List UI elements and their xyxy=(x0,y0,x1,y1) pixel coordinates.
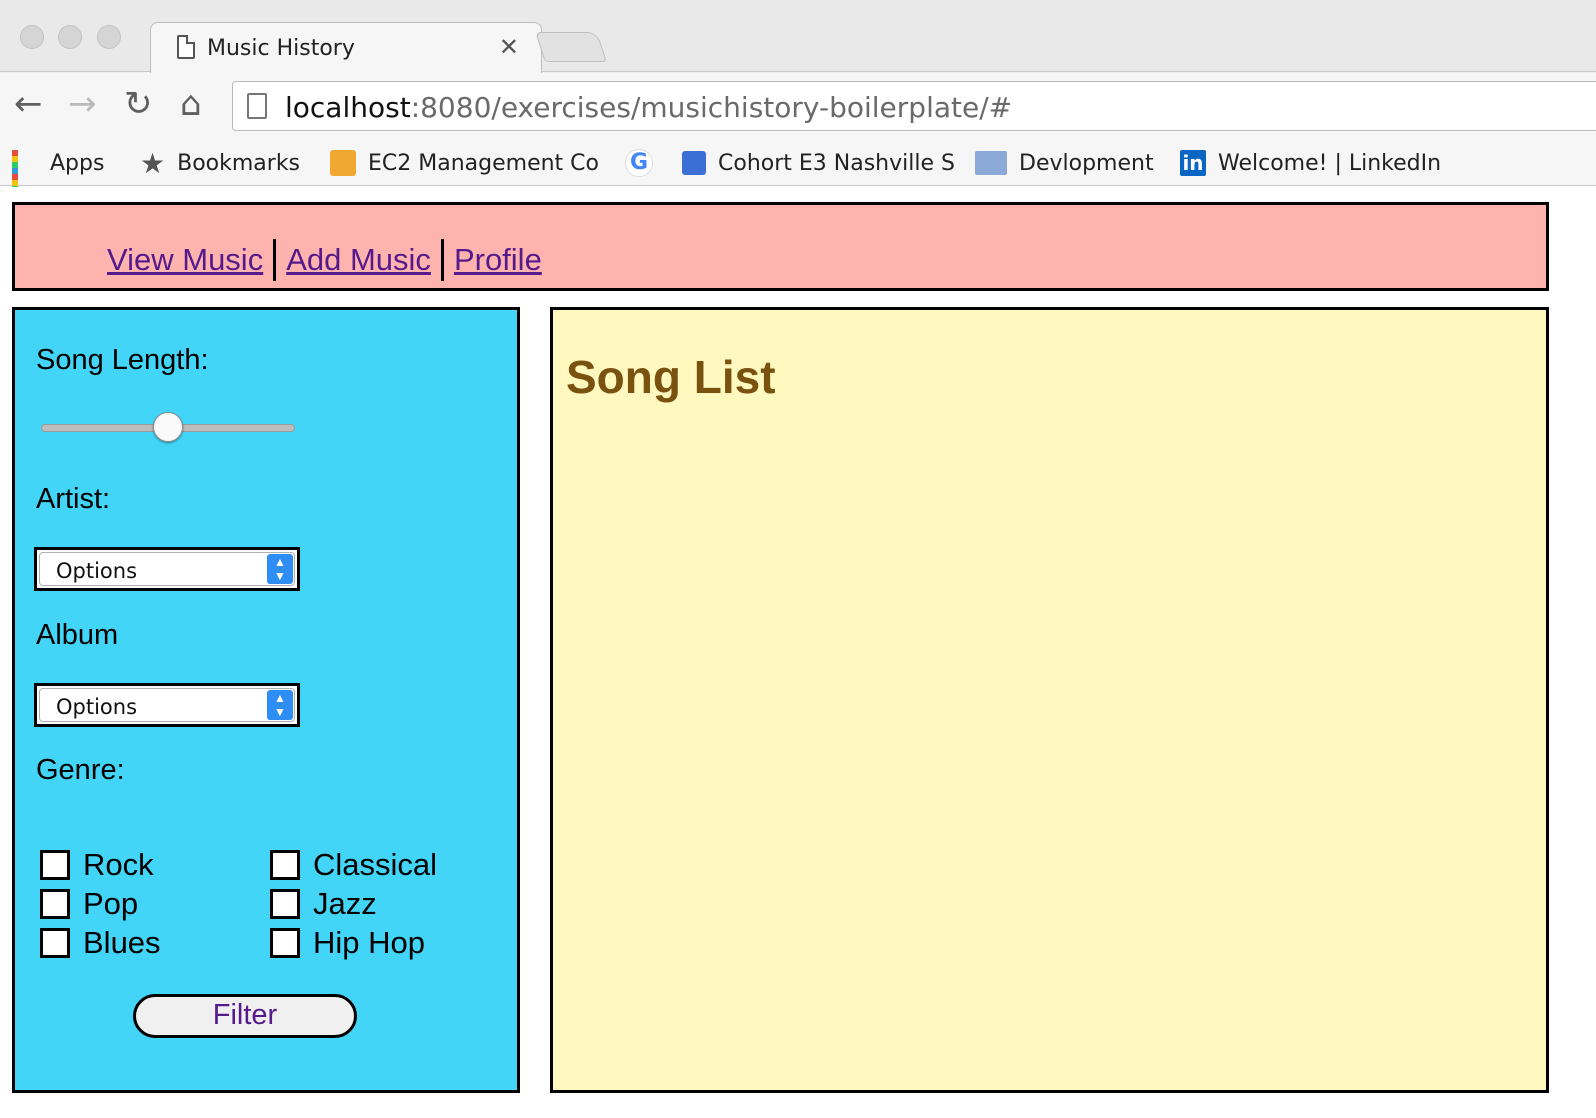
bookmark-bookmarks[interactable]: ★ Bookmarks xyxy=(140,145,300,181)
song-list-title: Song List xyxy=(566,351,776,403)
genre-classical[interactable]: Classical xyxy=(270,846,500,883)
minimize-window-button[interactable] xyxy=(58,25,82,49)
bookmarks-bar: Apps ★ Bookmarks EC2 Management Co G Coh… xyxy=(0,139,1596,204)
nav-divider xyxy=(440,239,444,281)
jazz-checkbox[interactable] xyxy=(270,888,300,919)
bookmark-devlopment[interactable]: Devlopment xyxy=(975,145,1154,181)
reload-icon[interactable]: ↻ xyxy=(124,87,153,121)
tab-title: Music History xyxy=(207,36,355,61)
select-arrows-icon: ▲ ▼ xyxy=(267,554,293,584)
nav-link-add-music[interactable]: Add Music xyxy=(284,242,433,278)
bookmark-linkedin[interactable]: in Welcome! | LinkedIn xyxy=(1180,145,1441,181)
star-icon: ★ xyxy=(140,146,166,180)
bookmark-cohort[interactable]: Cohort E3 Nashville S xyxy=(682,145,955,181)
close-tab-icon[interactable]: ✕ xyxy=(499,33,519,62)
close-window-button[interactable] xyxy=(20,25,44,49)
google-icon: G xyxy=(625,149,653,177)
slider-thumb[interactable] xyxy=(153,412,183,442)
song-length-label: Song Length: xyxy=(36,344,209,376)
genre-rock[interactable]: Rock xyxy=(40,846,270,883)
rock-checkbox[interactable] xyxy=(40,849,70,880)
nav-links: View Music Add Music Profile xyxy=(105,239,544,281)
nav-link-view-music[interactable]: View Music xyxy=(105,242,265,278)
maximize-window-button[interactable] xyxy=(97,25,121,49)
artist-select[interactable]: Options ▲ ▼ xyxy=(34,547,300,591)
nav-link-profile[interactable]: Profile xyxy=(452,242,544,278)
genre-label: Genre: xyxy=(36,754,125,786)
top-nav: View Music Add Music Profile xyxy=(12,202,1549,291)
apps-grid-icon xyxy=(12,150,38,204)
classical-checkbox[interactable] xyxy=(270,849,300,880)
album-select[interactable]: Options ▲ ▼ xyxy=(34,683,300,727)
title-bar: Music History ✕ xyxy=(0,0,1596,74)
artist-select-value: Options xyxy=(56,559,138,583)
bookmark-ec2[interactable]: EC2 Management Co xyxy=(330,145,599,181)
hip-hop-checkbox[interactable] xyxy=(270,927,300,958)
browser-toolbar: ← → ↻ ⌂ localhost:8080/exercises/musichi… xyxy=(0,73,1596,139)
url-text: localhost:8080/exercises/musichistory-bo… xyxy=(285,91,1013,124)
linkedin-icon: in xyxy=(1180,150,1206,176)
blues-checkbox[interactable] xyxy=(40,927,70,958)
genre-blues[interactable]: Blues xyxy=(40,924,270,961)
page-icon xyxy=(177,35,195,59)
filter-sidebar: Song Length: Artist: Options ▲ ▼ Album Op… xyxy=(12,307,520,1093)
filter-button[interactable]: Filter xyxy=(133,994,357,1038)
select-arrows-icon: ▲ ▼ xyxy=(267,690,293,720)
album-label: Album xyxy=(36,619,119,651)
aws-box-icon xyxy=(330,150,356,176)
bookmark-google[interactable]: G xyxy=(625,145,665,181)
address-bar[interactable]: localhost:8080/exercises/musichistory-bo… xyxy=(232,81,1596,131)
artist-label: Artist: xyxy=(36,483,111,515)
genre-jazz[interactable]: Jazz xyxy=(270,885,500,922)
folder-icon xyxy=(975,151,1007,175)
home-icon[interactable]: ⌂ xyxy=(180,87,202,121)
page-content: View Music Add Music Profile Song Length… xyxy=(0,187,1596,1118)
browser-chrome: Music History ✕ ← → ↻ ⌂ localhost:8080/e… xyxy=(0,0,1596,204)
genre-hip-hop[interactable]: Hip Hop xyxy=(270,924,500,961)
forward-arrow-icon[interactable]: → xyxy=(68,87,97,121)
pop-checkbox[interactable] xyxy=(40,888,70,919)
new-tab-button[interactable] xyxy=(535,32,607,62)
song-length-slider[interactable] xyxy=(41,412,295,442)
album-select-value: Options xyxy=(56,695,138,719)
genre-checkboxes: Rock Classical Pop Jazz Blues Hip Hop xyxy=(40,846,500,961)
song-list-panel: Song List xyxy=(550,307,1549,1093)
classroom-icon xyxy=(682,151,706,175)
bookmark-apps[interactable]: Apps xyxy=(12,145,104,204)
nav-divider xyxy=(273,239,277,281)
tab-music-history[interactable]: Music History ✕ xyxy=(150,22,542,74)
genre-pop[interactable]: Pop xyxy=(40,885,270,922)
back-arrow-icon[interactable]: ← xyxy=(14,87,43,121)
page-info-icon[interactable] xyxy=(247,93,267,119)
